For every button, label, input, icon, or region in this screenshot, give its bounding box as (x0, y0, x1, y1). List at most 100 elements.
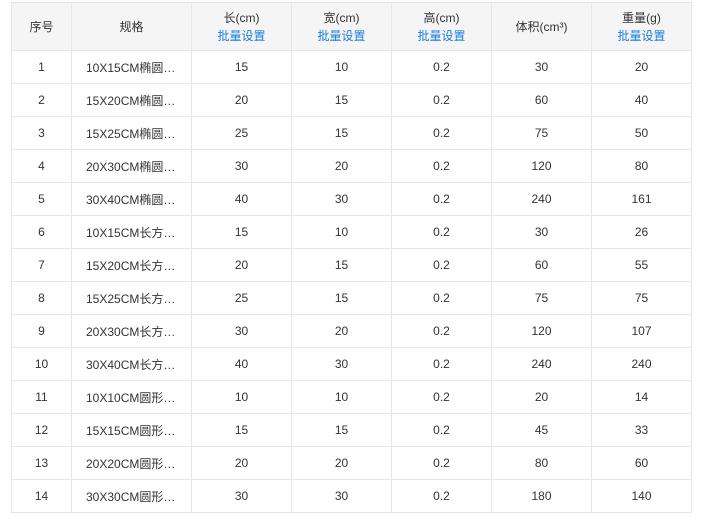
header-volume: 体积(cm³) (491, 2, 592, 51)
cell-spec: 30X40CM长方形... (71, 347, 192, 381)
cell-volume: 120 (491, 149, 592, 183)
cell-index: 6 (11, 215, 72, 249)
cell-spec: 15X25CM椭圆形... (71, 116, 192, 150)
cell-spec: 20X30CM椭圆形... (71, 149, 192, 183)
cell-width: 15 (291, 83, 392, 117)
table-row: 6 10X15CM长方形... 15 10 0.2 30 26 (11, 215, 692, 249)
cell-weight: 60 (591, 446, 692, 480)
cell-spec: 15X25CM长方形... (71, 281, 192, 315)
cell-width: 20 (291, 149, 392, 183)
cell-spec: 10X10CM圆形【... (71, 380, 192, 414)
cell-index: 2 (11, 83, 72, 117)
cell-length: 20 (191, 248, 292, 282)
batch-set-length-link[interactable]: 批量设置 (193, 27, 291, 45)
header-height-label: 高(cm) (423, 10, 460, 25)
header-row: 序号 规格 长(cm) 批量设置 宽(cm) 批量设置 高(cm) 批量设置 体… (11, 2, 692, 51)
cell-width: 10 (291, 380, 392, 414)
cell-width: 15 (291, 281, 392, 315)
cell-width: 30 (291, 479, 392, 513)
cell-weight: 40 (591, 83, 692, 117)
cell-length: 30 (191, 149, 292, 183)
cell-volume: 30 (491, 50, 592, 84)
table-row: 7 15X20CM长方形... 20 15 0.2 60 55 (11, 248, 692, 282)
cell-length: 40 (191, 182, 292, 216)
header-index-label: 序号 (29, 19, 54, 34)
cell-weight: 14 (591, 380, 692, 414)
cell-index: 13 (11, 446, 72, 480)
table-row: 11 10X10CM圆形【... 10 10 0.2 20 14 (11, 380, 692, 414)
cell-height: 0.2 (391, 50, 492, 84)
header-index: 序号 (11, 2, 72, 51)
header-length-label: 长(cm) (223, 10, 260, 25)
cell-height: 0.2 (391, 83, 492, 117)
cell-height: 0.2 (391, 182, 492, 216)
cell-weight: 26 (591, 215, 692, 249)
cell-weight: 80 (591, 149, 692, 183)
cell-weight: 140 (591, 479, 692, 513)
cell-index: 11 (11, 380, 72, 414)
table-row: 12 15X15CM圆形【... 15 15 0.2 45 33 (11, 413, 692, 447)
cell-length: 15 (191, 50, 292, 84)
batch-set-weight-link[interactable]: 批量设置 (593, 27, 691, 45)
cell-weight: 50 (591, 116, 692, 150)
cell-length: 20 (191, 446, 292, 480)
header-spec: 规格 (71, 2, 192, 51)
cell-index: 1 (11, 50, 72, 84)
cell-index: 4 (11, 149, 72, 183)
cell-height: 0.2 (391, 446, 492, 480)
table-row: 4 20X30CM椭圆形... 30 20 0.2 120 80 (11, 149, 692, 183)
cell-spec: 30X30CM圆形【... (71, 479, 192, 513)
cell-volume: 80 (491, 446, 592, 480)
cell-index: 3 (11, 116, 72, 150)
header-length: 长(cm) 批量设置 (191, 2, 292, 51)
header-weight: 重量(g) 批量设置 (591, 2, 692, 51)
cell-weight: 161 (591, 182, 692, 216)
cell-weight: 107 (591, 314, 692, 348)
cell-volume: 240 (491, 347, 592, 381)
cell-volume: 30 (491, 215, 592, 249)
cell-volume: 75 (491, 281, 592, 315)
header-height: 高(cm) 批量设置 (391, 2, 492, 51)
cell-index: 8 (11, 281, 72, 315)
cell-spec: 15X20CM椭圆形... (71, 83, 192, 117)
cell-length: 30 (191, 479, 292, 513)
cell-weight: 33 (591, 413, 692, 447)
header-spec-label: 规格 (119, 19, 144, 34)
cell-index: 7 (11, 248, 72, 282)
cell-width: 15 (291, 248, 392, 282)
cell-spec: 10X15CM长方形... (71, 215, 192, 249)
cell-index: 10 (11, 347, 72, 381)
cell-weight: 20 (591, 50, 692, 84)
header-width-label: 宽(cm) (323, 10, 360, 25)
cell-height: 0.2 (391, 479, 492, 513)
table-row: 3 15X25CM椭圆形... 25 15 0.2 75 50 (11, 116, 692, 150)
cell-spec: 20X20CM圆形【... (71, 446, 192, 480)
table-row: 5 30X40CM椭圆形... 40 30 0.2 240 161 (11, 182, 692, 216)
cell-volume: 60 (491, 83, 592, 117)
cell-width: 20 (291, 446, 392, 480)
table-body: 1 10X15CM椭圆形... 15 10 0.2 30 20 2 15X20CM椭圆形... 2… (11, 50, 692, 513)
cell-volume: 60 (491, 248, 592, 282)
cell-height: 0.2 (391, 413, 492, 447)
cell-index: 14 (11, 479, 72, 513)
cell-weight: 240 (591, 347, 692, 381)
cell-spec: 10X15CM椭圆形... (71, 50, 192, 84)
cell-volume: 240 (491, 182, 592, 216)
batch-set-width-link[interactable]: 批量设置 (293, 27, 391, 45)
cell-width: 10 (291, 50, 392, 84)
cell-volume: 120 (491, 314, 592, 348)
cell-height: 0.2 (391, 149, 492, 183)
spec-table-container: 序号 规格 长(cm) 批量设置 宽(cm) 批量设置 高(cm) 批量设置 体… (11, 2, 692, 513)
spec-table: 序号 规格 长(cm) 批量设置 宽(cm) 批量设置 高(cm) 批量设置 体… (11, 2, 692, 513)
table-row: 9 20X30CM长方形... 30 20 0.2 120 107 (11, 314, 692, 348)
cell-volume: 75 (491, 116, 592, 150)
cell-spec: 30X40CM椭圆形... (71, 182, 192, 216)
cell-length: 20 (191, 83, 292, 117)
cell-length: 15 (191, 413, 292, 447)
table-row: 1 10X15CM椭圆形... 15 10 0.2 30 20 (11, 50, 692, 84)
cell-width: 30 (291, 347, 392, 381)
cell-length: 25 (191, 281, 292, 315)
batch-set-height-link[interactable]: 批量设置 (393, 27, 491, 45)
header-width: 宽(cm) 批量设置 (291, 2, 392, 51)
cell-spec: 20X30CM长方形... (71, 314, 192, 348)
